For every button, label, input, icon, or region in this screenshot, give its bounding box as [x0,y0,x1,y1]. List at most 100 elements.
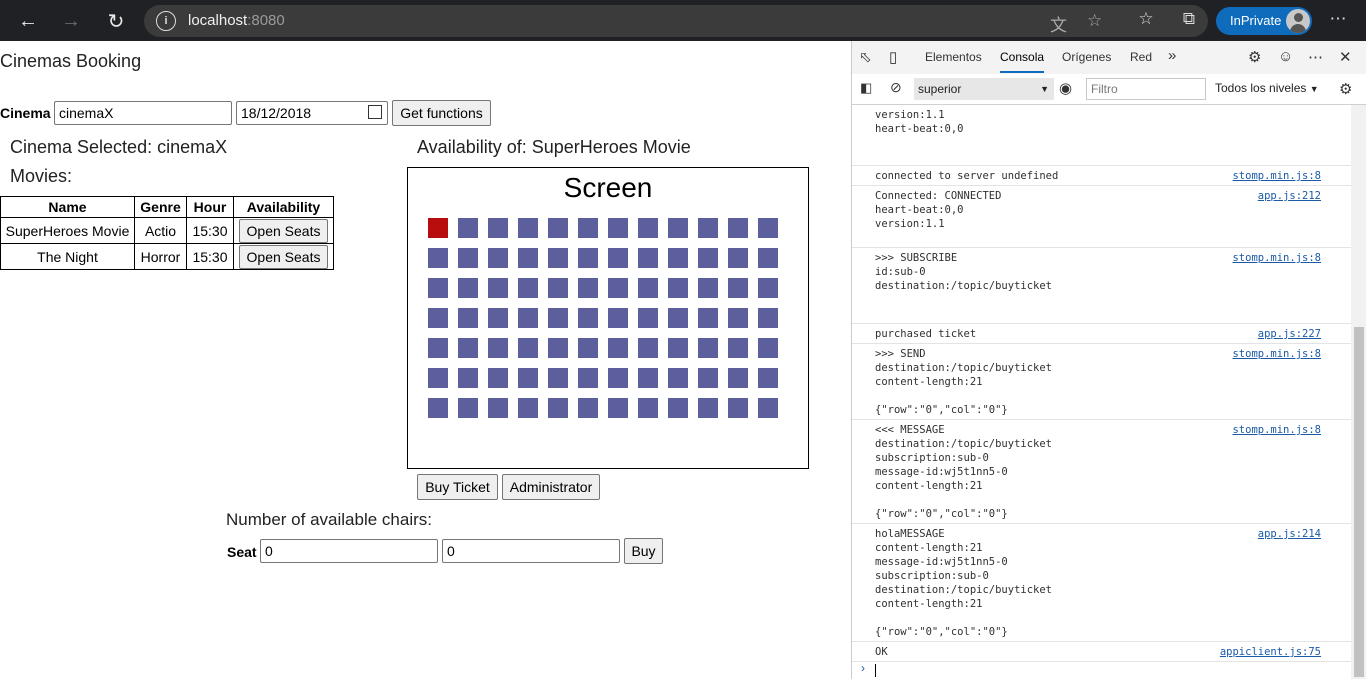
more-options-icon[interactable]: ⋯ [1308,48,1323,66]
seat-available[interactable] [458,368,478,388]
seat-available[interactable] [668,278,688,298]
seat-available[interactable] [458,278,478,298]
favorite-star-icon[interactable]: ☆ [1087,11,1102,31]
seat-available[interactable] [698,248,718,268]
seat-map-canvas[interactable]: Screen [407,167,809,469]
seat-available[interactable] [758,308,778,328]
seat-available[interactable] [488,368,508,388]
seat-available[interactable] [578,368,598,388]
seat-available[interactable] [428,368,448,388]
seat-available[interactable] [488,308,508,328]
seat-available[interactable] [428,278,448,298]
source-link[interactable]: stomp.min.js:8 [1232,169,1321,183]
seat-available[interactable] [758,338,778,358]
forward-arrow-icon[interactable]: → [55,5,87,37]
seat-available[interactable] [548,248,568,268]
collections-icon[interactable]: ⧉ [1177,9,1201,29]
favorites-list-icon[interactable]: ☆ [1134,9,1158,29]
seat-available[interactable] [548,338,568,358]
seat-available[interactable] [608,278,628,298]
seat-available[interactable] [548,278,568,298]
seat-available[interactable] [578,308,598,328]
seat-available[interactable] [668,248,688,268]
source-link[interactable]: appiclient.js:75 [1220,645,1321,659]
seat-available[interactable] [608,338,628,358]
device-emulation-icon[interactable]: ▯ [889,48,897,66]
source-link[interactable]: stomp.min.js:8 [1232,251,1321,265]
seat-available[interactable] [698,278,718,298]
seat-available[interactable] [458,398,478,418]
seat-available[interactable] [608,368,628,388]
seat-taken[interactable] [428,218,448,238]
settings-gear-icon[interactable]: ⚙ [1248,48,1261,66]
seat-available[interactable] [668,398,688,418]
tab-origenes[interactable]: Orígenes [1062,50,1111,64]
source-link[interactable]: app.js:214 [1258,527,1321,541]
seat-available[interactable] [728,248,748,268]
seat-available[interactable] [638,278,658,298]
source-link[interactable]: stomp.min.js:8 [1232,423,1321,437]
clear-console-icon[interactable]: ⊘ [890,79,902,96]
calendar-icon[interactable] [368,105,382,119]
seat-available[interactable] [758,218,778,238]
seat-available[interactable] [488,338,508,358]
seat-available[interactable] [728,278,748,298]
seat-available[interactable] [668,218,688,238]
seat-available[interactable] [548,218,568,238]
source-link[interactable]: app.js:212 [1258,189,1321,203]
seat-available[interactable] [428,398,448,418]
source-link[interactable]: stomp.min.js:8 [1232,347,1321,361]
administrator-button[interactable]: Administrator [502,474,600,500]
console-scrollbar[interactable] [1351,105,1366,679]
seat-available[interactable] [728,338,748,358]
seat-available[interactable] [728,398,748,418]
seat-available[interactable] [668,308,688,328]
seat-available[interactable] [608,248,628,268]
inprivate-badge[interactable]: InPrivate [1216,7,1312,35]
seat-available[interactable] [488,218,508,238]
seat-available[interactable] [548,368,568,388]
seat-available[interactable] [488,278,508,298]
seat-available[interactable] [428,248,448,268]
seat-available[interactable] [638,398,658,418]
open-seats-button[interactable]: Open Seats [238,218,329,243]
site-info-icon[interactable]: i [156,11,176,31]
get-functions-button[interactable]: Get functions [392,100,491,126]
feedback-icon[interactable]: ☺ [1278,48,1293,65]
seat-available[interactable] [608,398,628,418]
seat-available[interactable] [728,368,748,388]
console-settings-icon[interactable]: ⚙ [1339,80,1352,98]
date-input[interactable]: 18/12/2018 [236,101,388,125]
scrollbar-thumb[interactable] [1354,327,1364,677]
seat-available[interactable] [428,338,448,358]
close-icon[interactable]: ✕ [1339,48,1352,66]
seat-available[interactable] [668,368,688,388]
seat-available[interactable] [578,278,598,298]
seat-available[interactable] [578,218,598,238]
seat-available[interactable] [518,398,538,418]
back-arrow-icon[interactable]: ← [12,5,44,37]
seat-available[interactable] [638,248,658,268]
seat-available[interactable] [608,308,628,328]
seat-available[interactable] [578,398,598,418]
seat-available[interactable] [638,218,658,238]
levels-select[interactable]: Todos los niveles ▼ [1215,81,1319,95]
seat-available[interactable] [518,218,538,238]
seat-available[interactable] [428,308,448,328]
seat-available[interactable] [578,338,598,358]
cinema-input[interactable]: cinemaX [54,101,232,125]
source-link[interactable]: app.js:227 [1258,327,1321,341]
buy-button[interactable]: Buy [624,538,663,564]
seat-available[interactable] [728,218,748,238]
tab-elementos[interactable]: Elementos [925,50,982,64]
filter-input[interactable]: Filtro [1086,78,1206,100]
seat-available[interactable] [548,398,568,418]
seat-available[interactable] [518,248,538,268]
seat-available[interactable] [458,338,478,358]
seat-col-input[interactable]: 0 [442,539,620,563]
seat-available[interactable] [458,218,478,238]
seat-available[interactable] [728,308,748,328]
seat-available[interactable] [698,398,718,418]
seat-row-input[interactable]: 0 [260,539,438,563]
seat-available[interactable] [698,368,718,388]
